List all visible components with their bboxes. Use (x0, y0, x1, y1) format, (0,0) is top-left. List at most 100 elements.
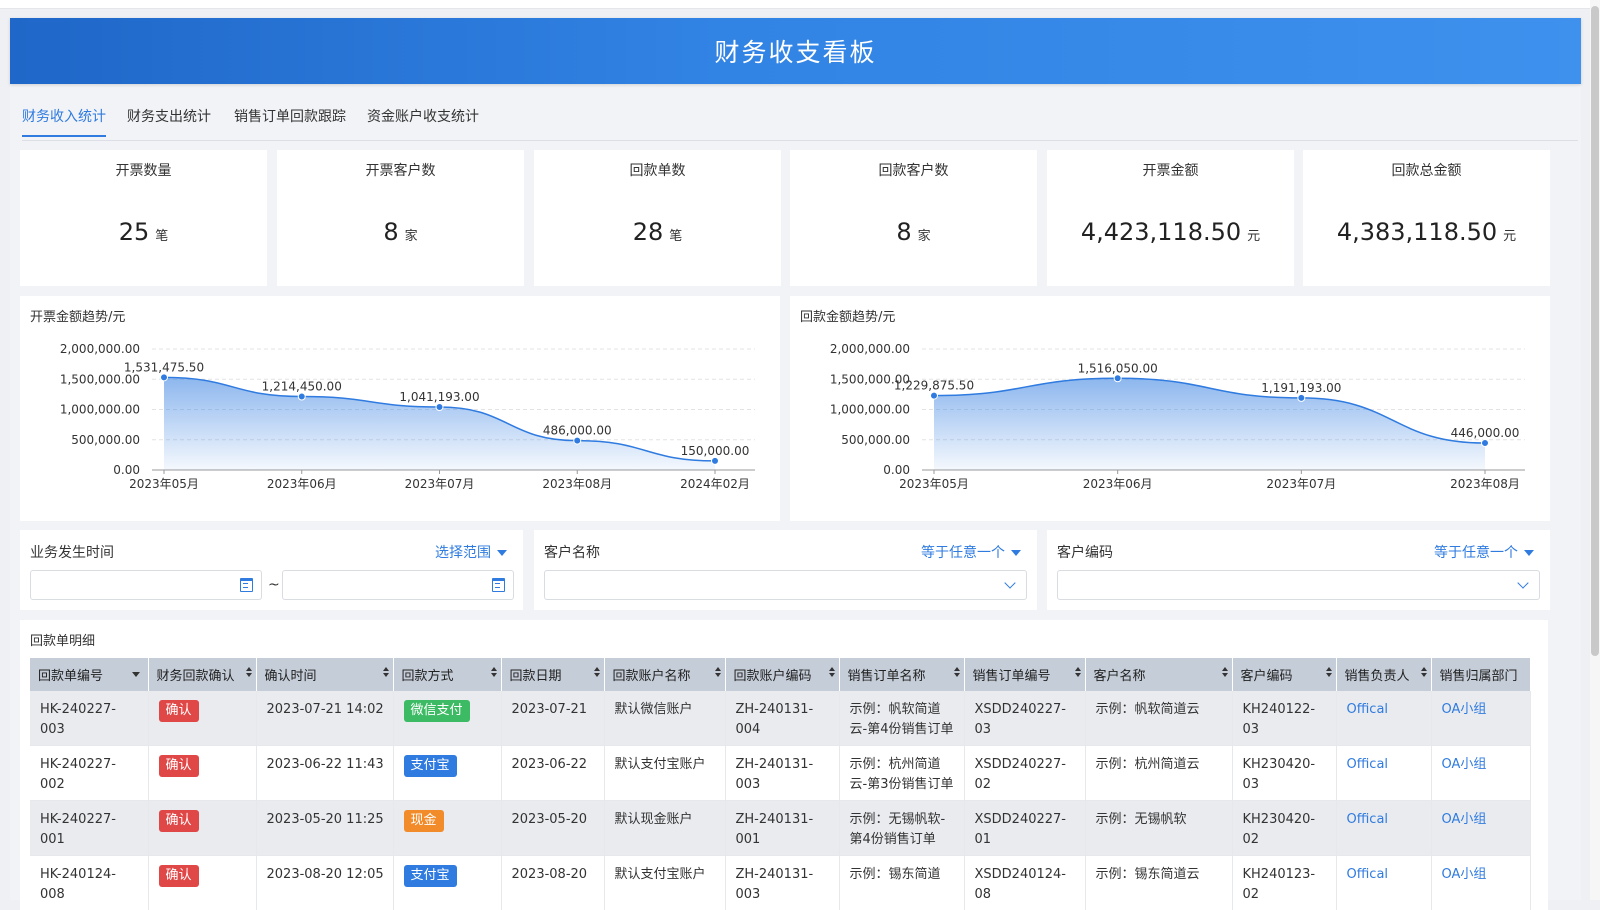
cell-account-name: 默认支付宝账户 (604, 746, 725, 801)
cell-order-no: XSDD240227-02 (964, 746, 1085, 801)
dropdown-arrow-icon[interactable] (132, 672, 140, 677)
column-header-method[interactable]: 回款方式 (393, 658, 501, 691)
end-date-input[interactable] (282, 570, 514, 600)
y-tick-label: 0.00 (883, 463, 910, 477)
top-toolbar-strip (0, 0, 1590, 9)
column-header-confirm[interactable]: 财务回款确认 (148, 658, 256, 691)
column-header-date[interactable]: 回款日期 (501, 658, 604, 691)
y-tick-label: 0.00 (113, 463, 140, 477)
tab-expense-stats[interactable]: 财务支出统计 (127, 106, 211, 135)
tab-income-stats[interactable]: 财务收入统计 (22, 106, 106, 137)
data-label: 1,516,050.00 (1078, 361, 1158, 375)
cell-customer-code: KH230420-02 (1232, 801, 1336, 856)
dept-link[interactable]: OA小组 (1442, 757, 1487, 772)
cell-customer-code: KH240123-02 (1232, 856, 1336, 910)
cell-customer: 示例：无锡帆软 (1085, 801, 1232, 856)
method-badge: 现金 (404, 810, 444, 832)
owner-link[interactable]: Offical (1347, 867, 1389, 882)
y-tick-label: 2,000,000.00 (830, 342, 910, 356)
cell-owner: Offical (1336, 856, 1431, 910)
data-label: 1,229,875.50 (894, 379, 974, 393)
table-row[interactable]: HK-240124-008 确认 2023-08-20 12:05 支付宝 20… (30, 856, 1530, 910)
caret-down-icon (497, 550, 507, 556)
table-row[interactable]: HK-240227-001 确认 2023-05-20 11:25 现金 202… (30, 801, 1530, 856)
method-badge: 支付宝 (404, 755, 457, 777)
column-header-id[interactable]: 回款单编号 (30, 658, 148, 691)
cell-order-name: 示例：杭州简道云-第3份销售订单 (839, 746, 964, 801)
payment-trend-chart-card: 0.00500,000.001,000,000.001,500,000.002,… (790, 296, 1550, 521)
start-date-input[interactable] (30, 570, 262, 600)
scrollbar-thumb[interactable] (1591, 6, 1599, 656)
dashboard: 财务收支看板 财务收入统计 财务支出统计 销售订单回款跟踪 资金账户收支统计 开… (10, 18, 1581, 900)
column-header-account-name[interactable]: 回款账户名称 (604, 658, 725, 691)
tab-account-stats[interactable]: 资金账户收支统计 (367, 106, 479, 135)
filter-label: 客户名称 (544, 542, 600, 562)
x-tick-label: 2023年08月 (542, 477, 612, 491)
kpi-card-payment-amount: 回款总金额 4,383,118.50元 (1303, 150, 1550, 286)
kpi-label: 回款单数 (534, 160, 781, 180)
y-tick-label: 500,000.00 (71, 433, 140, 447)
cell-owner: Offical (1336, 801, 1431, 856)
cell-dept: OA小组 (1431, 801, 1530, 856)
customer-name-select[interactable] (544, 570, 1027, 600)
column-header-label: 销售订单名称 (848, 669, 926, 684)
owner-link[interactable]: Offical (1347, 757, 1389, 772)
y-tick-label: 1,000,000.00 (60, 403, 140, 417)
data-label: 1,191,193.00 (1261, 381, 1341, 395)
column-header-dept[interactable]: 销售归属部门 (1431, 658, 1530, 691)
table-row[interactable]: HK-240227-002 确认 2023-06-22 11:43 支付宝 20… (30, 746, 1530, 801)
kpi-unit: 笔 (669, 229, 682, 244)
cell-id: HK-240227-001 (30, 801, 148, 856)
column-header-customer-code[interactable]: 客户编码 (1232, 658, 1336, 691)
dept-link[interactable]: OA小组 (1442, 702, 1487, 717)
filter-operator-dropdown[interactable]: 等于任意一个 (1434, 542, 1534, 562)
page-scrollbar[interactable] (1590, 0, 1600, 900)
cell-account-code: ZH-240131-003 (725, 746, 839, 801)
cell-customer: 示例：杭州简道云 (1085, 746, 1232, 801)
column-header-order-name[interactable]: 销售订单名称 (839, 658, 964, 691)
cell-method: 支付宝 (393, 746, 501, 801)
chart-title: 回款金额趋势/元 (800, 306, 895, 325)
kpi-card-payment-customers: 回款客户数 8家 (790, 150, 1037, 286)
table-row[interactable]: HK-240227-003 确认 2023-07-21 14:02 微信支付 2… (30, 691, 1530, 746)
confirm-badge: 确认 (159, 865, 199, 887)
column-header-customer[interactable]: 客户名称 (1085, 658, 1232, 691)
column-header-confirm-time[interactable]: 确认时间 (256, 658, 393, 691)
filter-operator-dropdown[interactable]: 选择范围 (435, 542, 507, 562)
data-point (298, 393, 305, 400)
owner-link[interactable]: Offical (1347, 702, 1389, 717)
calendar-icon (240, 578, 253, 592)
x-tick-label: 2023年07月 (1266, 477, 1336, 491)
kpi-card-payment-count: 回款单数 28笔 (534, 150, 781, 286)
data-point (1298, 394, 1305, 401)
cell-date: 2023-07-21 (501, 691, 604, 746)
kpi-label: 回款客户数 (790, 160, 1037, 180)
column-header-label: 财务回款确认 (157, 669, 235, 684)
tab-order-payment-tracking[interactable]: 销售订单回款跟踪 (234, 106, 346, 135)
cell-order-no: XSDD240124-08 (964, 856, 1085, 910)
data-label: 446,000.00 (1451, 426, 1520, 440)
table-title: 回款单明细 (30, 630, 95, 649)
cell-account-name: 默认微信账户 (604, 691, 725, 746)
cell-order-name: 示例：锡东简道 (839, 856, 964, 910)
customer-code-select[interactable] (1057, 570, 1540, 600)
cell-order-name: 示例：无锡帆软-第4份销售订单 (839, 801, 964, 856)
filter-operator-dropdown[interactable]: 等于任意一个 (921, 542, 1021, 562)
data-point (436, 404, 443, 411)
order-name-line: 云-第3份销售订单 (850, 775, 956, 795)
y-tick-label: 2,000,000.00 (60, 342, 140, 356)
kpi-value: 8 (896, 218, 911, 246)
column-header-owner[interactable]: 销售负责人 (1336, 658, 1431, 691)
owner-link[interactable]: Offical (1347, 812, 1389, 827)
kpi-value: 4,423,118.50 (1081, 218, 1241, 246)
kpi-value: 8 (383, 218, 398, 246)
column-header-label: 回款日期 (510, 669, 562, 684)
column-header-order-no[interactable]: 销售订单编号 (964, 658, 1085, 691)
kpi-unit: 家 (405, 229, 418, 244)
dept-link[interactable]: OA小组 (1442, 867, 1487, 882)
order-name-line: 云-第4份销售订单 (850, 720, 956, 740)
cell-customer: 示例：帆软简道云 (1085, 691, 1232, 746)
dept-link[interactable]: OA小组 (1442, 812, 1487, 827)
cell-account-code: ZH-240131-004 (725, 691, 839, 746)
column-header-account-code[interactable]: 回款账户编码 (725, 658, 839, 691)
